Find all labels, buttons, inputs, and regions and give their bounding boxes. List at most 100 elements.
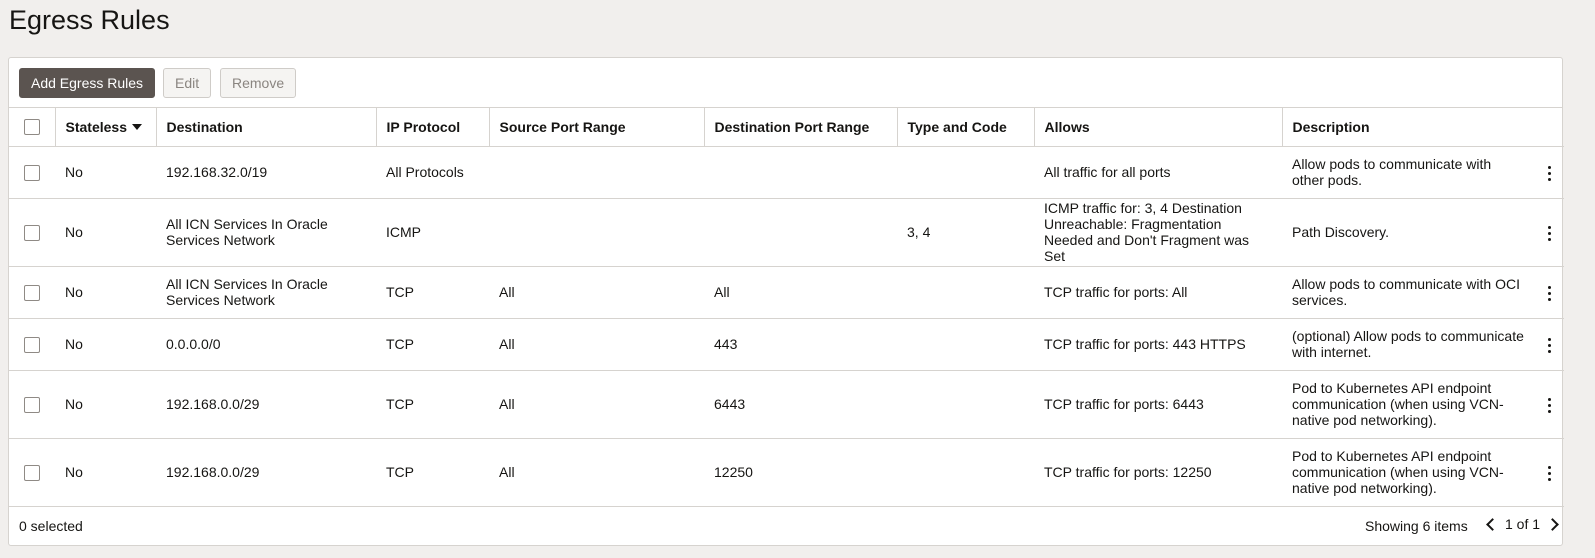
cell-description: Allow pods to communicate with other pod… xyxy=(1282,146,1535,199)
remove-button[interactable]: Remove xyxy=(220,68,297,98)
selected-count: 0 selected xyxy=(19,518,83,534)
row-checkbox[interactable] xyxy=(24,336,40,353)
cell-destination: 192.168.32.0/19 xyxy=(156,146,376,199)
row-checkbox[interactable] xyxy=(24,164,40,181)
column-header-destination: Destination xyxy=(155,108,376,147)
egress-rules-table: Stateless Destination IP Protocol Source… xyxy=(9,108,1564,507)
row-select-cell xyxy=(9,198,55,267)
kebab-menu-icon[interactable] xyxy=(1547,337,1552,353)
kebab-menu-icon[interactable] xyxy=(1547,225,1552,241)
row-actions-cell xyxy=(1535,370,1564,439)
cell-stateless: No xyxy=(55,146,156,199)
row-checkbox[interactable] xyxy=(24,396,40,413)
cell-destination: 192.168.0.0/29 xyxy=(156,438,376,507)
cell-destination-port-range: 6443 xyxy=(704,370,897,439)
add-egress-rules-button[interactable]: Add Egress Rules xyxy=(19,68,156,98)
sort-desc-icon[interactable] xyxy=(131,123,142,130)
kebab-menu-icon[interactable] xyxy=(1547,165,1552,181)
cell-source-port-range: All xyxy=(489,370,704,439)
table-row: No 192.168.32.0/19 All Protocols All tra… xyxy=(9,146,1564,199)
cell-ip-protocol: All Protocols xyxy=(376,146,489,199)
cell-stateless: No xyxy=(55,438,156,507)
cell-allows: TCP traffic for ports: 6443 xyxy=(1034,370,1282,439)
cell-stateless: No xyxy=(55,198,156,267)
cell-type-and-code xyxy=(897,438,1034,507)
table-footer: 0 selected Showing 6 items 1 of 1 xyxy=(9,508,1562,545)
row-actions-cell xyxy=(1535,146,1564,199)
page-indicator: 1 of 1 xyxy=(1505,516,1541,532)
column-header-stateless[interactable]: Stateless xyxy=(54,108,156,147)
cell-source-port-range: All xyxy=(489,266,704,319)
cell-type-and-code xyxy=(897,318,1034,371)
chevron-left-icon[interactable] xyxy=(1486,517,1499,531)
cell-description: Allow pods to communicate with OCI servi… xyxy=(1282,266,1535,319)
column-header-type-and-code: Type and Code xyxy=(896,108,1034,147)
egress-rules-panel: Add Egress Rules Edit Remove Stateless D… xyxy=(8,57,1564,546)
cell-allows: TCP traffic for ports: 443 HTTPS xyxy=(1034,318,1282,371)
cell-destination: 0.0.0.0/0 xyxy=(156,318,376,371)
cell-description: (optional) Allow pods to communicate wit… xyxy=(1282,318,1535,371)
page-title: Egress Rules xyxy=(9,5,170,35)
cell-destination-port-range xyxy=(704,146,897,199)
cell-allows: All traffic for all ports xyxy=(1034,146,1282,199)
row-actions-cell xyxy=(1535,198,1564,267)
row-actions-cell xyxy=(1535,318,1564,371)
row-select-cell xyxy=(9,438,55,507)
cell-type-and-code: 3, 4 xyxy=(897,198,1034,267)
row-actions-cell xyxy=(1535,266,1564,319)
row-checkbox[interactable] xyxy=(24,284,40,301)
table-row: No 0.0.0.0/0 TCP All 443 TCP traffic for… xyxy=(9,318,1564,371)
cell-ip-protocol: TCP xyxy=(376,370,489,439)
cell-destination-port-range xyxy=(704,198,897,267)
row-select-cell xyxy=(9,146,55,199)
row-select-cell xyxy=(9,318,55,371)
cell-allows: ICMP traffic for: 3, 4 Destination Unrea… xyxy=(1034,198,1282,267)
column-header-ip-protocol: IP Protocol xyxy=(375,108,489,147)
select-all-checkbox[interactable] xyxy=(24,119,40,136)
row-select-cell xyxy=(9,370,55,439)
cell-ip-protocol: TCP xyxy=(376,318,489,371)
items-count: Showing 6 items xyxy=(1365,518,1468,534)
row-select-cell xyxy=(9,266,55,319)
select-all-cell xyxy=(9,108,55,147)
cell-destination: 192.168.0.0/29 xyxy=(156,370,376,439)
cell-source-port-range: All xyxy=(489,438,704,507)
column-header-allows: Allows xyxy=(1033,108,1282,147)
chevron-right-icon[interactable] xyxy=(1546,517,1559,531)
cell-allows: TCP traffic for ports: All xyxy=(1034,266,1282,319)
cell-source-port-range xyxy=(489,198,704,267)
cell-type-and-code xyxy=(897,146,1034,199)
column-header-description: Description xyxy=(1281,108,1535,147)
cell-ip-protocol: ICMP xyxy=(376,198,489,267)
row-checkbox[interactable] xyxy=(24,464,40,481)
cell-destination-port-range: 12250 xyxy=(704,438,897,507)
cell-destination-port-range: 443 xyxy=(704,318,897,371)
cell-description: Pod to Kubernetes API endpoint communica… xyxy=(1282,438,1535,507)
kebab-menu-icon[interactable] xyxy=(1547,285,1552,301)
column-header-source-port-range: Source Port Range xyxy=(488,108,704,147)
edit-button[interactable]: Edit xyxy=(163,68,212,98)
cell-type-and-code xyxy=(897,370,1034,439)
table-header-row: Stateless Destination IP Protocol Source… xyxy=(9,108,1564,147)
kebab-menu-icon[interactable] xyxy=(1547,397,1552,413)
cell-destination: All ICN Services In Oracle Services Netw… xyxy=(156,266,376,319)
cell-destination: All ICN Services In Oracle Services Netw… xyxy=(156,198,376,267)
cell-ip-protocol: TCP xyxy=(376,438,489,507)
column-header-destination-port-range: Destination Port Range xyxy=(703,108,897,147)
table-row: No All ICN Services In Oracle Services N… xyxy=(9,266,1564,319)
pagination: 1 of 1 xyxy=(1484,516,1561,532)
cell-source-port-range: All xyxy=(489,318,704,371)
cell-source-port-range xyxy=(489,146,704,199)
kebab-menu-icon[interactable] xyxy=(1547,465,1552,481)
cell-type-and-code xyxy=(897,266,1034,319)
table-row: No 192.168.0.0/29 TCP All 12250 TCP traf… xyxy=(9,438,1564,507)
cell-destination-port-range: All xyxy=(704,266,897,319)
cell-description: Pod to Kubernetes API endpoint communica… xyxy=(1282,370,1535,439)
cell-ip-protocol: TCP xyxy=(376,266,489,319)
table-row: No All ICN Services In Oracle Services N… xyxy=(9,198,1564,267)
cell-allows: TCP traffic for ports: 12250 xyxy=(1034,438,1282,507)
row-checkbox[interactable] xyxy=(24,224,40,241)
column-header-actions xyxy=(1535,108,1564,147)
cell-stateless: No xyxy=(55,318,156,371)
cell-description: Path Discovery. xyxy=(1282,198,1535,267)
